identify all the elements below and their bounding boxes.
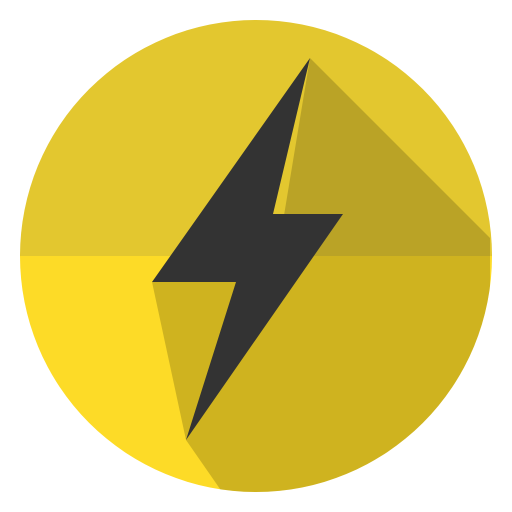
app-icon: [0, 0, 512, 512]
lightning-bolt-app-icon: [20, 20, 492, 492]
